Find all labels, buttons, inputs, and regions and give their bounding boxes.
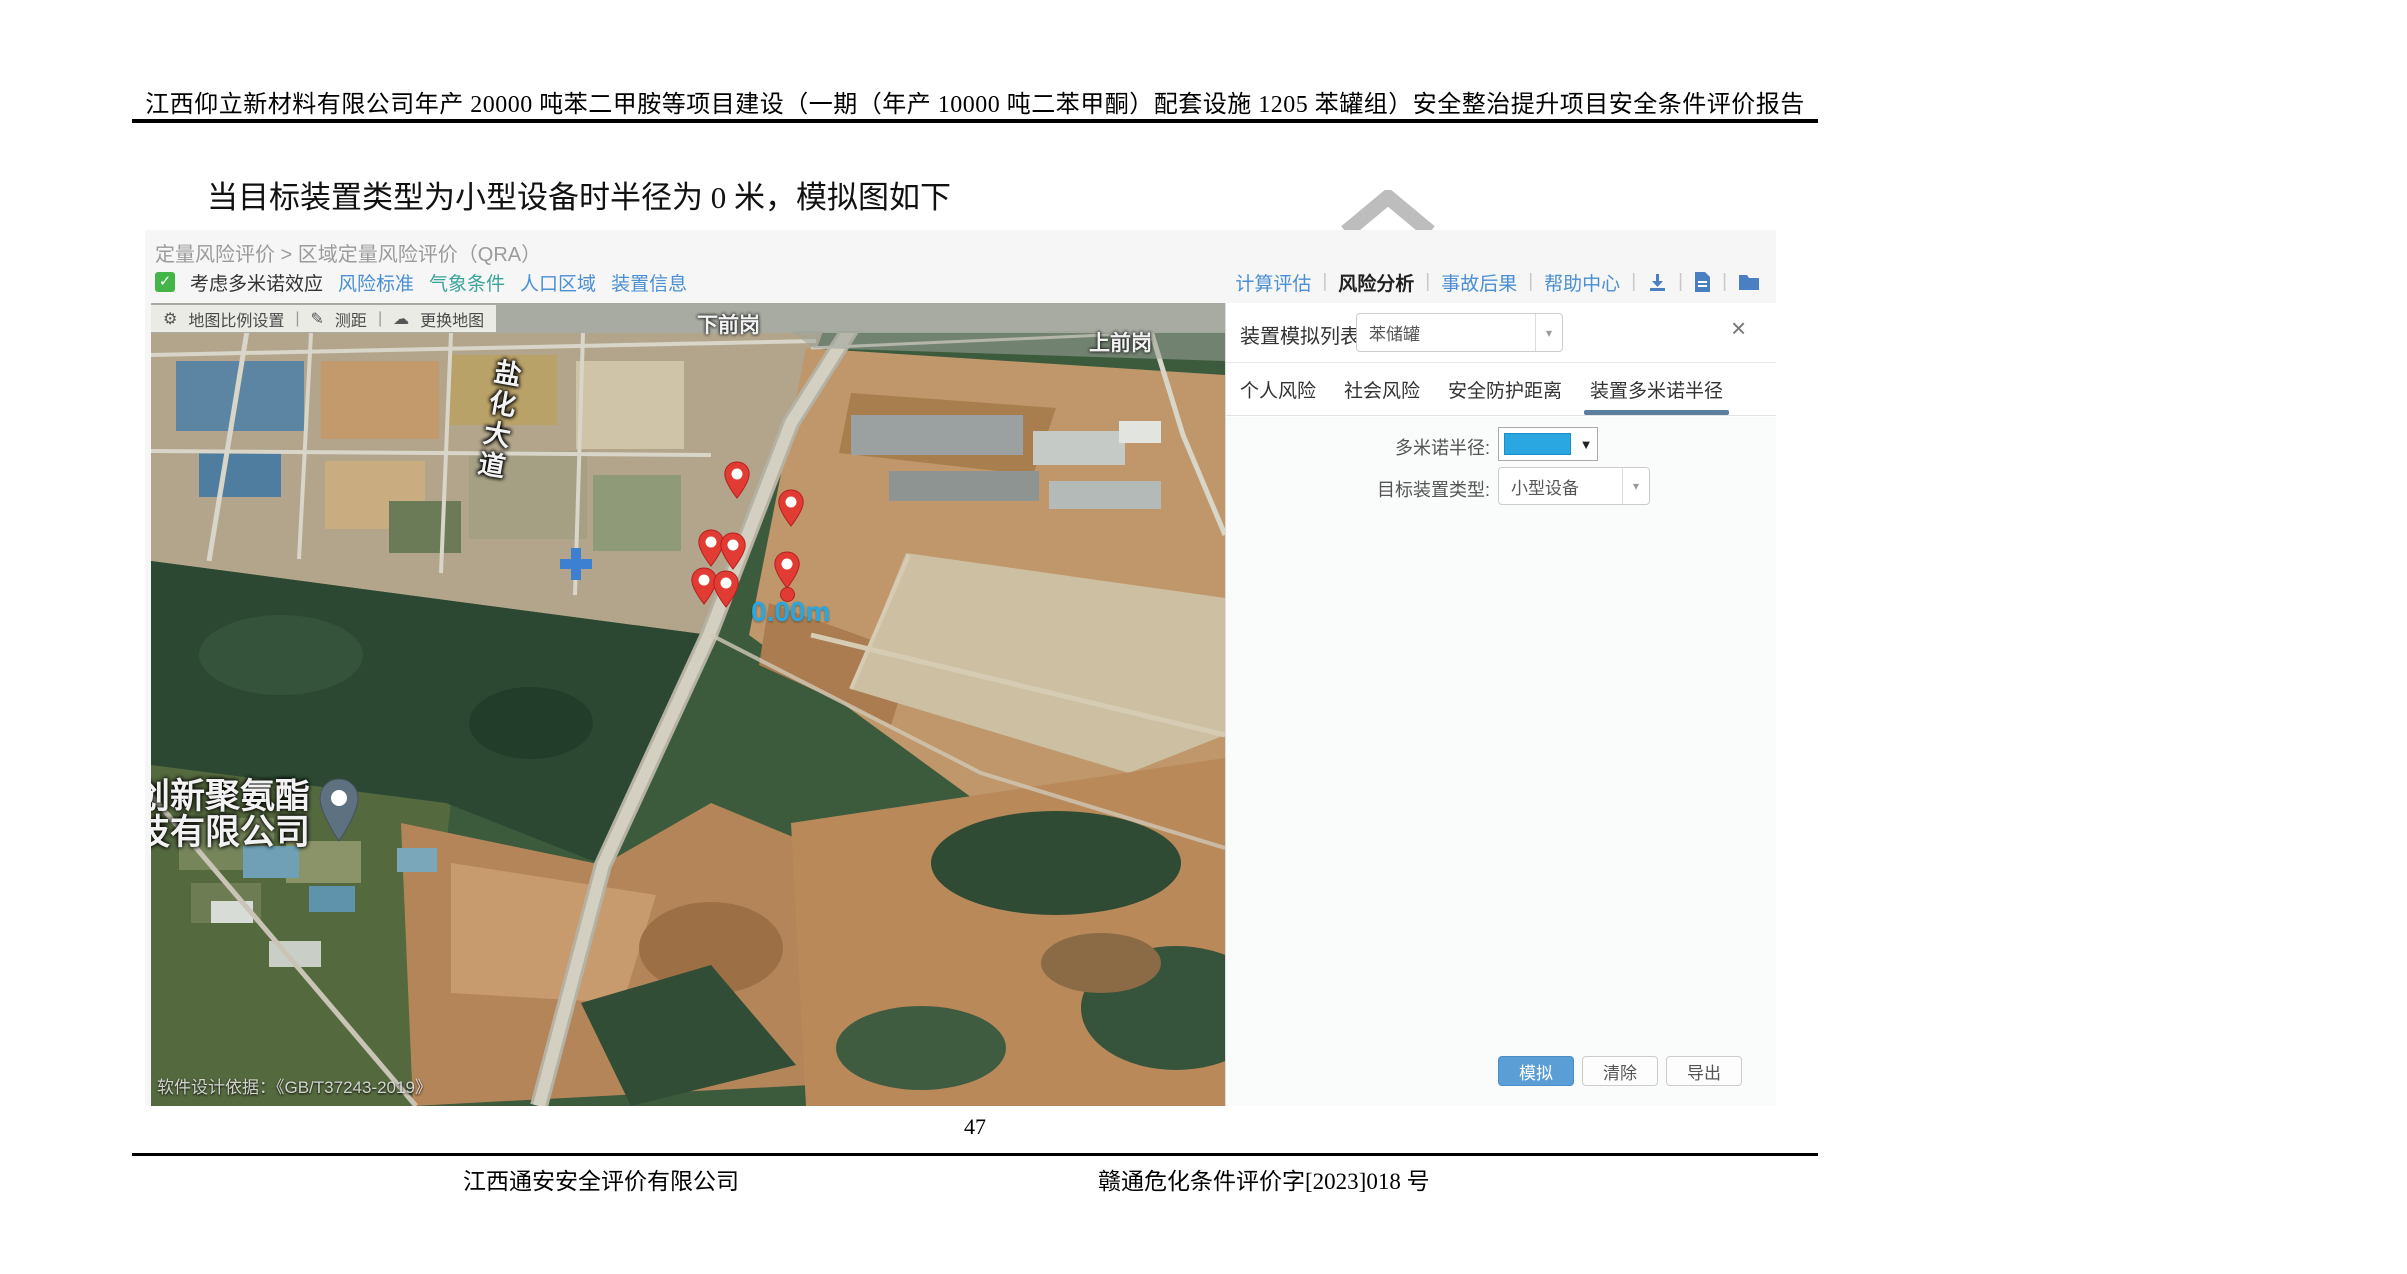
map-pin-red[interactable] — [777, 489, 805, 527]
selected-color-swatch — [1504, 433, 1571, 455]
divider: | — [1528, 271, 1533, 293]
body-paragraph: 当目标装置类型为小型设备时半径为 0 米，模拟图如下 — [207, 172, 951, 217]
footer-company: 江西通安安全评价有限公司 — [463, 1162, 739, 1196]
target-type-value: 小型设备 — [1499, 474, 1622, 499]
link-help-center[interactable]: 帮助中心 — [1544, 269, 1620, 296]
gear-icon: ⚙ — [163, 309, 177, 329]
chevron-down-icon[interactable]: ▾ — [1535, 314, 1562, 351]
simulate-button[interactable]: 模拟 — [1498, 1056, 1574, 1086]
simulation-panel: 装置模拟列表： 苯储罐 ▾ × 个人风险 社会风险 安全防护距离 装置多米诺半径… — [1225, 303, 1776, 1106]
panel-buttons: 模拟 清除 导出 — [1498, 1056, 1742, 1086]
map-pin-red[interactable] — [773, 551, 801, 589]
toolbar-left: ✓ 考虑多米诺效应 风险标准 气象条件 人口区域 装置信息 — [155, 268, 687, 296]
divider: | — [295, 310, 299, 328]
breadcrumb: 定量风险评价 > 区域定量风险评价（QRA） — [155, 238, 541, 267]
map-controls-bar: ⚙ 地图比例设置 | ✎ 测距 | ☁ 更换地图 — [151, 305, 496, 332]
company-label-line1: 创新聚氨酯 — [151, 779, 310, 815]
report-header-title: 江西仰立新材料有限公司年产 20000 吨苯二甲胺等项目建设（一期（年产 100… — [130, 84, 1820, 119]
device-select[interactable]: 苯储罐 ▾ — [1356, 313, 1563, 352]
place-label-xiaqiangang: 下前岗 — [697, 309, 760, 339]
link-accident-consequence[interactable]: 事故后果 — [1441, 269, 1517, 296]
tab-device-domino-radius[interactable]: 装置多米诺半径 — [1590, 364, 1723, 415]
map-scale-settings-button[interactable]: 地图比例设置 — [188, 307, 284, 331]
company-map-pin[interactable] — [317, 777, 361, 843]
header-rule — [132, 119, 1818, 123]
switch-map-button[interactable]: 更换地图 — [420, 307, 484, 331]
pencil-icon: ✎ — [311, 309, 324, 329]
link-calc-evaluation[interactable]: 计算评估 — [1235, 269, 1311, 296]
file-icon[interactable] — [1694, 272, 1711, 292]
page-number: 47 — [130, 1114, 1820, 1140]
domino-radius-select[interactable]: ▼ — [1498, 427, 1598, 461]
download-icon[interactable] — [1647, 272, 1667, 292]
link-risk-analysis-active[interactable]: 风险分析 — [1338, 269, 1414, 296]
link-risk-criteria[interactable]: 风险标准 — [338, 269, 414, 296]
footer-rule — [132, 1153, 1818, 1156]
link-weather-conditions[interactable]: 气象条件 — [429, 269, 505, 296]
link-device-info[interactable]: 装置信息 — [611, 269, 687, 296]
divider: | — [1631, 271, 1636, 293]
tab-personal-risk[interactable]: 个人风险 — [1240, 364, 1316, 415]
cloud-icon: ☁ — [393, 309, 409, 329]
divider: | — [1425, 271, 1430, 293]
qra-app-screenshot: 定量风险评价 > 区域定量风险评价（QRA） ✓ 考虑多米诺效应 风险标准 气象… — [145, 230, 1776, 1106]
clear-button[interactable]: 清除 — [1582, 1056, 1658, 1086]
map-center-cross-icon — [558, 546, 594, 582]
domino-radius-label: 多米诺半径: — [1226, 434, 1490, 460]
map-pin-red[interactable] — [712, 570, 740, 608]
divider: | — [1678, 271, 1683, 293]
toolbar-right: 计算评估 | 风险分析 | 事故后果 | 帮助中心 | | | — [1235, 268, 1760, 296]
tab-safety-distance[interactable]: 安全防护距离 — [1448, 364, 1562, 415]
measure-distance-button[interactable]: 测距 — [335, 307, 367, 331]
domino-effect-label: 考虑多米诺效应 — [190, 269, 323, 296]
scroll-top-chevron-icon[interactable] — [1338, 190, 1438, 234]
link-population-zones[interactable]: 人口区域 — [520, 269, 596, 296]
domino-effect-checkbox[interactable]: ✓ — [155, 272, 175, 292]
company-label: 创新聚氨酯 技有限公司 — [151, 779, 310, 851]
tab-social-risk[interactable]: 社会风险 — [1344, 364, 1420, 415]
divider: | — [1722, 271, 1727, 293]
folder-icon[interactable] — [1738, 273, 1760, 291]
device-select-value: 苯储罐 — [1357, 320, 1535, 345]
map-pin-red[interactable] — [723, 461, 751, 499]
arrow-down-icon[interactable]: ▼ — [1575, 437, 1597, 452]
panel-tabs: 个人风险 社会风险 安全防护距离 装置多米诺半径 — [1226, 364, 1776, 416]
panel-header: 装置模拟列表： 苯储罐 ▾ × — [1226, 303, 1776, 363]
export-button[interactable]: 导出 — [1666, 1056, 1742, 1086]
chevron-down-icon[interactable]: ▾ — [1622, 468, 1649, 504]
target-type-select[interactable]: 小型设备 ▾ — [1498, 467, 1650, 505]
satellite-map[interactable]: ⚙ 地图比例设置 | ✎ 测距 | ☁ 更换地图 下前岗 上前岗 盐化大道 创新… — [151, 303, 1225, 1106]
target-type-label: 目标装置类型: — [1226, 476, 1490, 502]
panel-body: 多米诺半径: ▼ 目标装置类型: 小型设备 ▾ 模拟 清除 导出 — [1226, 417, 1776, 1106]
divider: | — [1322, 271, 1327, 293]
satellite-map-image — [151, 303, 1225, 1106]
map-attribution: 软件设计依据：《GB/T37243-2019》 — [157, 1073, 432, 1098]
divider: | — [378, 310, 382, 328]
map-pin-red[interactable] — [719, 532, 747, 570]
close-icon[interactable]: × — [1731, 315, 1746, 341]
footer-certificate: 赣通危化条件评价字[2023]018 号 — [1098, 1162, 1430, 1196]
distance-label: 0.00m — [751, 596, 830, 628]
company-label-line2: 技有限公司 — [151, 815, 310, 851]
place-label-shangqiangang: 上前岗 — [1089, 327, 1152, 357]
